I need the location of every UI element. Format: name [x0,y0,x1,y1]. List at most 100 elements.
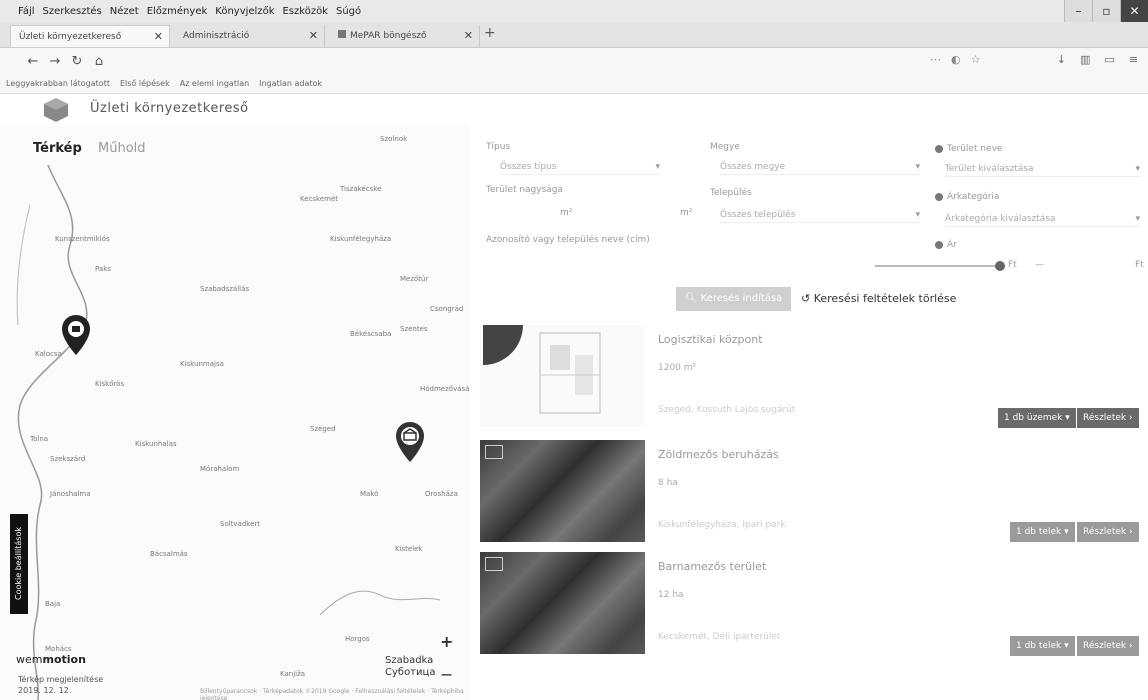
result-details-button[interactable]: Részletek › [1077,636,1139,656]
hamburger-menu-icon[interactable]: ≡ [1129,53,1138,66]
tab-business-finder[interactable]: Üzleti környezetkereső ✕ [10,25,170,47]
price-min-unit[interactable]: Ft [1008,260,1017,270]
bookmark-item[interactable]: Első lépések [120,79,170,88]
result-item[interactable]: Logisztikai központ 1200 m² Szeged, Koss… [480,325,1148,437]
map-marker-icon[interactable] [394,420,426,464]
tab-mepar[interactable]: MePAR böngésző ✕ [330,25,480,47]
menu-help[interactable]: Súgó [336,6,361,17]
result-more-button[interactable]: 1 db telek ▾ [1010,636,1075,656]
map-scale-info: Térkép megjelenítése 2019. 12. 12. [18,675,104,695]
app-title: Üzleti környezetkereső [90,101,249,116]
map-label: Jánoshalma [50,490,91,498]
cookie-settings-tab[interactable]: Cookie beállítások [10,514,28,614]
library-icon[interactable]: ▥ [1080,53,1090,66]
bookmark-item[interactable]: Ingatlan adatok [259,79,322,88]
area-min-unit[interactable]: m² [560,208,572,218]
back-icon[interactable]: ← [22,54,44,69]
label-district: Település [710,188,752,198]
menu-edit[interactable]: Szerkesztés [43,6,102,17]
label-county: Megye [710,142,740,152]
maximize-icon[interactable]: ▫ [1092,0,1120,22]
url-actions: ⋯ ◐ ☆ [930,53,980,66]
zoom-in-button[interactable]: + [440,632,453,651]
window-controls: – ▫ ✕ [1064,0,1148,22]
shield-icon[interactable]: ◐ [951,53,961,66]
download-icon[interactable]: ↓ [1057,53,1066,66]
bookmarks-bar: Leggyakrabban látogatott Első lépések Az… [0,74,1148,94]
select-area-name[interactable]: Terület kiválasztása ▾ [945,164,1140,177]
map-label: Hódmezővásárhely [420,385,470,393]
reset-filters-link[interactable]: ↺ Keresési feltételek törlése [801,292,956,305]
sidebar-icon[interactable]: ▭ [1104,53,1114,66]
bookmark-item[interactable]: Az elemi ingatlan [180,79,249,88]
map-label: Szabadszállás [200,285,250,293]
menu-tools[interactable]: Eszközök [282,6,328,17]
info-icon [935,240,943,249]
home-icon[interactable]: ⌂ [88,54,110,69]
result-details-button[interactable]: Részletek › [1077,408,1139,428]
menu-bookmarks[interactable]: Könyvjelzők [215,6,274,17]
select-category[interactable]: Árkategória kiválasztása ▾ [945,214,1140,227]
result-title[interactable]: Zöldmezős beruházás [658,448,779,461]
result-more-button[interactable]: 1 db telek ▾ [1010,522,1075,542]
search-icon: 🔍︎ [684,293,701,304]
map-label: Makó [360,490,379,498]
result-title[interactable]: Logisztikai központ [658,333,763,346]
map-label: Kalocsa [35,350,62,358]
result-title[interactable]: Barnamezős terület [658,560,766,573]
label-address[interactable]: Azonosító vagy település neve (cím) [486,235,650,245]
search-button[interactable]: 🔍︎ Keresés indítása [676,287,791,311]
select-district[interactable]: Összes település ▾ [720,210,920,223]
select-county[interactable]: Összes megye ▾ [720,162,920,175]
map-label: Szeged [310,425,336,433]
menu-file[interactable]: Fájl [18,6,35,17]
map-label: Kunszentmiklós [55,235,110,243]
close-window-icon[interactable]: ✕ [1120,0,1148,22]
menu-view[interactable]: Nézet [110,6,139,17]
result-details-button[interactable]: Részletek › [1077,522,1139,542]
close-tab-icon[interactable]: ✕ [309,25,318,47]
label-area-size: Terület nagysága [486,185,564,195]
map-label: Orosháza [425,490,458,498]
result-more-button[interactable]: 1 db üzemek ▾ [998,408,1076,428]
map-label: Horgos [345,635,370,643]
menu-history[interactable]: Előzmények [147,6,208,17]
label-price: Ár [935,240,957,250]
label-area-name: Terület neve [935,144,1002,154]
result-size: 8 ha [658,478,678,488]
map-label: Kiskunhalas [135,440,177,448]
slider-handle[interactable] [995,261,1005,271]
map-label: Soltvadkert [220,520,261,528]
map-panel[interactable]: Térkép Műhold Szeged Kecskemét Hódmezővá… [0,125,470,700]
close-tab-icon[interactable]: ✕ [464,25,473,47]
result-thumbnail[interactable] [480,440,645,542]
undo-icon: ↺ [801,292,814,305]
bookmark-item[interactable]: Leggyakrabban látogatott [6,79,110,88]
tab-admin[interactable]: Adminisztráció ✕ [175,25,325,47]
tab-bar: Üzleti környezetkereső ✕ Adminisztráció ✕ … [0,22,1148,48]
map-marker-icon[interactable] [60,313,92,357]
result-item[interactable]: Zöldmezős beruházás 8 ha Kiskunfélegyház… [480,440,1148,552]
app-logo-icon[interactable] [40,96,72,122]
minimize-icon[interactable]: – [1064,0,1092,22]
result-item[interactable]: Barnamezős terület 12 ha Kecskemét, Déli… [480,552,1148,664]
select-type[interactable]: Összes típus ▾ [500,162,660,175]
area-max-unit[interactable]: m² [680,208,692,218]
zoom-out-button[interactable]: − [440,665,453,684]
label-type: Típus [486,142,511,152]
forward-icon[interactable]: → [44,54,66,69]
result-thumbnail[interactable] [480,552,645,654]
new-tab-button[interactable]: + [484,25,496,41]
result-size: 12 ha [658,590,684,600]
map-label: Szolnok [380,135,408,143]
close-tab-icon[interactable]: ✕ [154,26,163,47]
map-attribution[interactable]: Billentyűparancsok · Térképadatok ©2019 … [200,688,470,700]
map-label: Szekszárd [50,455,86,463]
price-max-unit[interactable]: Ft [1135,260,1144,270]
more-icon[interactable]: ⋯ [930,53,941,66]
star-icon[interactable]: ☆ [971,53,981,66]
price-slider[interactable] [875,261,1005,271]
mepar-favicon [338,30,346,38]
reload-icon[interactable]: ↻ [66,54,88,69]
label-category: Árkategória [935,192,999,202]
